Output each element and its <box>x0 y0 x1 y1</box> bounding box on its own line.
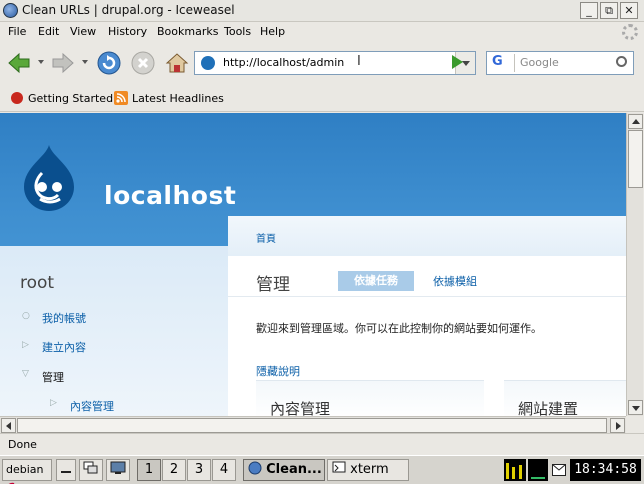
start-label: debian <box>6 463 44 476</box>
breadcrumb-home[interactable]: 首頁 <box>256 230 276 245</box>
home-icon[interactable] <box>164 50 190 76</box>
horizontal-scroll-thumb[interactable] <box>17 418 607 433</box>
horizontal-scrollbar[interactable] <box>0 416 626 433</box>
welcome-text: 歡迎來到管理區域。你可以在此控制你的網站要如何運作。 <box>256 322 542 335</box>
circle-bullet-icon: ○ <box>22 311 30 321</box>
go-arrow-icon[interactable] <box>452 55 463 69</box>
task-iceweasel[interactable]: Clean... <box>243 459 325 481</box>
tab-by-task[interactable]: 依據任務 <box>338 271 414 291</box>
vertical-scrollbar[interactable] <box>626 113 643 416</box>
xterm-task-icon <box>332 461 346 473</box>
triangle-right-icon: ▷ <box>50 398 57 408</box>
scrollbar-corner <box>626 416 644 433</box>
sidebar: root ○ 我的帳號 ▷ 建立內容 ▽ 管理 ▷ 內容管理 <box>0 246 228 416</box>
search-input[interactable]: Google <box>520 56 559 69</box>
menu-file[interactable]: File <box>8 25 26 38</box>
status-text: Done <box>8 438 37 451</box>
task-label: xterm <box>350 462 389 477</box>
mail-envelope-icon[interactable] <box>552 464 566 476</box>
taskbar: debian 1 2 3 4 Clean... xterm 18:34:58 <box>0 455 644 484</box>
window-list-button[interactable] <box>79 459 103 481</box>
stop-icon[interactable] <box>130 50 156 76</box>
minimize-button[interactable]: _ <box>580 2 598 19</box>
admin-block-title: 內容管理 <box>270 400 331 416</box>
breadcrumb: 首頁 <box>228 216 626 256</box>
user-name: root <box>20 273 55 293</box>
iceweasel-app-icon[interactable] <box>3 3 18 18</box>
bookmark-latest-headlines[interactable]: Latest Headlines <box>114 91 224 105</box>
network-monitor-icon <box>528 459 548 481</box>
forward-arrow-icon[interactable] <box>50 50 76 76</box>
menu-tools[interactable]: Tools <box>224 25 251 38</box>
cpu-monitor-icon <box>504 459 526 481</box>
bookmark-favicon-icon <box>11 92 23 104</box>
triangle-right-icon: ▷ <box>22 340 29 350</box>
bookmark-label: Latest Headlines <box>132 92 224 105</box>
text-cursor-icon: I <box>357 54 361 69</box>
page-viewport: localhost root ○ 我的帳號 ▷ 建立內容 ▽ 管理 ▷ 內容管理… <box>0 113 626 416</box>
clock[interactable]: 18:34:58 <box>570 459 641 481</box>
bookmarks-toolbar: Getting Started Latest Headlines <box>0 84 644 112</box>
minimize-all-button[interactable] <box>56 459 76 481</box>
site-name[interactable]: localhost <box>104 181 236 210</box>
rss-feed-icon <box>114 91 128 105</box>
workspace-3-button[interactable]: 3 <box>187 459 211 481</box>
menu-edit[interactable]: Edit <box>38 25 59 38</box>
back-arrow-icon[interactable] <box>6 50 32 76</box>
bookmark-getting-started[interactable]: Getting Started <box>10 91 113 105</box>
reload-icon[interactable] <box>96 50 122 76</box>
bookmark-label: Getting Started <box>28 92 114 105</box>
admin-block-title: 網站建置 <box>518 400 579 416</box>
throbber-icon <box>622 24 638 40</box>
triangle-down-icon: ▽ <box>22 369 29 379</box>
workspace-4-button[interactable]: 4 <box>212 459 236 481</box>
menu-help[interactable]: Help <box>260 25 285 38</box>
sidebar-item-create-content[interactable]: 建立內容 <box>42 339 86 355</box>
debian-start-button[interactable]: debian <box>2 459 52 484</box>
window-title: Clean URLs | drupal.org - Iceweasel <box>22 3 235 17</box>
admin-block-site-building: 網站建置 <box>504 380 626 416</box>
windows-icon <box>83 461 98 474</box>
vertical-scroll-thumb[interactable] <box>628 130 643 188</box>
sidebar-item-administer[interactable]: 管理 <box>42 369 64 385</box>
back-history-dropdown-icon[interactable] <box>38 60 44 64</box>
task-label: Clean... <box>266 462 322 477</box>
menu-view[interactable]: View <box>70 25 96 38</box>
workspace-2-button[interactable]: 2 <box>162 459 186 481</box>
search-icon[interactable] <box>616 56 627 67</box>
drupal-logo-icon[interactable] <box>22 143 76 213</box>
title-bar: Clean URLs | drupal.org - Iceweasel _ ⧉ … <box>0 0 644 22</box>
workspace-1-button[interactable]: 1 <box>137 459 161 481</box>
status-bar: Done <box>0 433 644 455</box>
scroll-up-arrow-icon[interactable] <box>628 114 643 129</box>
hide-descriptions-link[interactable]: 隱藏說明 <box>256 363 300 379</box>
restore-button[interactable]: ⧉ <box>600 2 618 19</box>
underscore-icon <box>61 471 71 473</box>
show-desktop-button[interactable] <box>106 459 130 481</box>
navigation-toolbar: http://localhost/admin I G Google <box>0 42 644 84</box>
main-content: 首頁 管理 依據任務 依據模組 歡迎來到管理區域。你可以在此控制你的網站要如何運… <box>228 216 626 416</box>
scroll-left-arrow-icon[interactable] <box>1 418 16 433</box>
sidebar-item-my-account[interactable]: 我的帳號 <box>42 310 86 326</box>
menu-history[interactable]: History <box>108 25 147 38</box>
task-xterm[interactable]: xterm <box>327 459 409 481</box>
menu-bar: File Edit View History Bookmarks Tools H… <box>0 22 644 42</box>
tab-by-module[interactable]: 依據模組 <box>433 273 477 289</box>
url-input[interactable]: http://localhost/admin <box>223 56 344 69</box>
tab-divider <box>228 296 626 297</box>
page-title: 管理 <box>256 275 290 295</box>
google-engine-icon[interactable]: G <box>489 54 515 72</box>
drupal-favicon-icon <box>201 56 215 70</box>
close-button[interactable]: ✕ <box>620 2 638 19</box>
search-bar[interactable]: G Google <box>486 51 634 75</box>
forward-history-dropdown-icon[interactable] <box>82 60 88 64</box>
scroll-right-arrow-icon[interactable] <box>610 418 625 433</box>
sidebar-item-content-management[interactable]: 內容管理 <box>70 398 114 414</box>
menu-bookmarks[interactable]: Bookmarks <box>157 25 218 38</box>
iceweasel-task-icon <box>248 461 262 475</box>
admin-block-content: 內容管理 <box>256 380 484 416</box>
url-bar[interactable]: http://localhost/admin I <box>194 51 476 75</box>
monitor-icon <box>110 461 126 474</box>
scroll-down-arrow-icon[interactable] <box>628 400 643 415</box>
